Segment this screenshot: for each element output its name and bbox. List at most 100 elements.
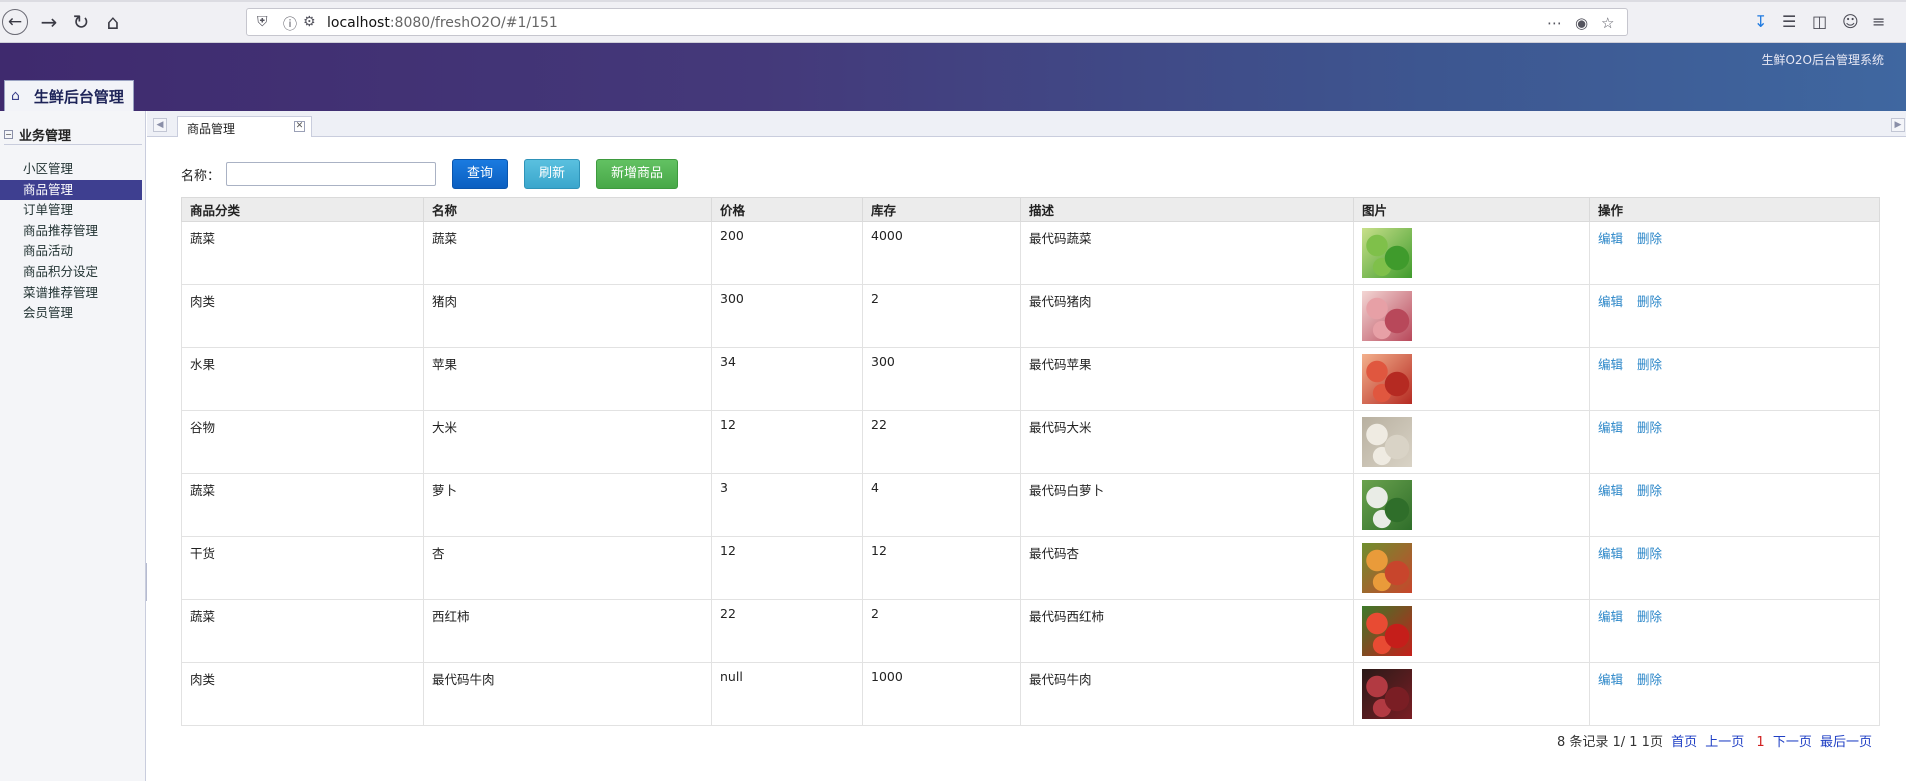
menu-icon[interactable]: ≡	[1872, 12, 1885, 31]
edit-link[interactable]: 编辑	[1598, 231, 1623, 246]
tabs-scroll-right-icon[interactable]: ▶	[1891, 118, 1905, 132]
sidebar-item[interactable]: 菜谱推荐管理	[0, 283, 142, 303]
cell-price: 22	[711, 599, 863, 663]
permissions-icon[interactable]: ⚙	[303, 14, 316, 30]
product-thumbnail-apples	[1362, 354, 1412, 404]
home-icon[interactable]: ⌂	[98, 8, 128, 36]
cell-category: 肉类	[181, 284, 424, 348]
prev-page-link[interactable]: 上一页	[1705, 735, 1744, 750]
delete-link[interactable]: 删除	[1637, 609, 1662, 624]
cell-desc: 最代码西红柿	[1020, 599, 1354, 663]
sidebar-item[interactable]: 商品积分设定	[0, 262, 142, 282]
cell-actions: 编辑 删除	[1589, 473, 1880, 537]
cell-stock: 1000	[862, 662, 1021, 726]
cell-category: 蔬菜	[181, 473, 424, 537]
next-page-link[interactable]: 下一页	[1773, 735, 1812, 750]
tab-product-management[interactable]: 商品管理 ✕	[177, 116, 312, 138]
table-row: 谷物 大米 12 22 最代码大米 编辑 删除	[181, 410, 1880, 474]
url-host: localhost	[327, 15, 390, 31]
delete-link[interactable]: 删除	[1637, 483, 1662, 498]
current-page: 1	[1756, 735, 1765, 750]
cell-desc: 最代码蔬菜	[1020, 221, 1354, 285]
delete-link[interactable]: 删除	[1637, 294, 1662, 309]
cell-stock: 2	[862, 284, 1021, 348]
address-bar[interactable]: ⛨ ⓘ ⚙ localhost:8080/freshO2O/#1/151 ⋯ ◉…	[246, 8, 1628, 36]
column-header: 库存	[862, 197, 1021, 222]
sidebar-item[interactable]: 商品推荐管理	[0, 221, 142, 241]
sidebar-group-business[interactable]: − 业务管理	[4, 125, 142, 145]
delete-link[interactable]: 删除	[1637, 672, 1662, 687]
collapse-icon[interactable]: −	[4, 130, 13, 139]
cell-name: 大米	[423, 410, 712, 474]
reload-icon[interactable]: ↻	[66, 8, 96, 36]
download-icon[interactable]: ↧	[1754, 12, 1767, 31]
sidebar-item[interactable]: 小区管理	[0, 159, 142, 179]
name-label: 名称：	[181, 168, 221, 184]
cell-name: 萝卜	[423, 473, 712, 537]
edit-link[interactable]: 编辑	[1598, 294, 1623, 309]
table-row: 水果 苹果 34 300 最代码苹果 编辑 删除	[181, 347, 1880, 411]
edit-link[interactable]: 编辑	[1598, 483, 1623, 498]
bookmark-star-icon[interactable]: ☆	[1601, 14, 1614, 32]
cell-name: 最代码牛肉	[423, 662, 712, 726]
sidebar-toggle-icon[interactable]: ◫	[1812, 12, 1827, 31]
cell-category: 蔬菜	[181, 599, 424, 663]
first-page-link[interactable]: 首页	[1671, 735, 1697, 750]
cell-price: 12	[711, 410, 863, 474]
back-icon[interactable]: ←	[2, 9, 28, 35]
delete-link[interactable]: 删除	[1637, 231, 1662, 246]
sidebar-item[interactable]: 订单管理	[0, 200, 142, 220]
brand-tab[interactable]: ⌂ 生鲜后台管理	[4, 80, 134, 111]
product-thumbnail-rice	[1362, 417, 1412, 467]
sidebar: − 业务管理 小区管理 商品管理 订单管理 商品推荐管理 商品活动 商品积分设定 菜谱推荐管…	[0, 111, 146, 781]
cell-desc: 最代码杏	[1020, 536, 1354, 600]
cell-actions: 编辑 删除	[1589, 599, 1880, 663]
edit-link[interactable]: 编辑	[1598, 546, 1623, 561]
sidebar-item[interactable]: 商品活动	[0, 241, 142, 261]
tab-label: 商品管理	[187, 122, 236, 136]
account-icon[interactable]: ☺	[1842, 12, 1859, 31]
product-thumbnail-beef	[1362, 669, 1412, 719]
content-tabs-bar: ◀ 商品管理 ✕ ▶	[147, 111, 1906, 138]
edit-link[interactable]: 编辑	[1598, 420, 1623, 435]
name-search-input[interactable]	[226, 162, 437, 186]
refresh-button[interactable]: 刷新	[524, 159, 581, 189]
cell-stock: 4000	[862, 221, 1021, 285]
cell-actions: 编辑 删除	[1589, 410, 1880, 474]
forward-icon[interactable]: →	[34, 8, 64, 36]
product-thumbnail-tomato	[1362, 606, 1412, 656]
tabs-scroll-left-icon[interactable]: ◀	[153, 118, 167, 132]
system-title: 生鲜O2O后台管理系统	[1761, 53, 1884, 67]
add-product-button[interactable]: 新增商品	[596, 159, 679, 189]
cell-actions: 编辑 删除	[1589, 536, 1880, 600]
column-header: 价格	[711, 197, 863, 222]
library-icon[interactable]: ☰	[1782, 12, 1796, 31]
more-icon[interactable]: ⋯	[1547, 14, 1562, 32]
delete-link[interactable]: 删除	[1637, 546, 1662, 561]
cell-category: 肉类	[181, 662, 424, 726]
cell-image	[1353, 347, 1590, 411]
pocket-icon[interactable]: ◉	[1575, 14, 1588, 32]
delete-link[interactable]: 删除	[1637, 420, 1662, 435]
cell-image	[1353, 662, 1590, 726]
delete-link[interactable]: 删除	[1637, 357, 1662, 372]
url-text: localhost:8080/freshO2O/#1/151	[327, 15, 558, 31]
cell-actions: 编辑 删除	[1589, 347, 1880, 411]
sidebar-item[interactable]: 商品管理	[0, 179, 142, 200]
query-button[interactable]: 查询	[452, 159, 509, 189]
product-thumbnail-radish	[1362, 480, 1412, 530]
edit-link[interactable]: 编辑	[1598, 357, 1623, 372]
cell-image	[1353, 284, 1590, 348]
browser-toolbar: ← → ↻ ⌂ ⛨ ⓘ ⚙ localhost:8080/freshO2O/#1…	[0, 0, 1906, 43]
shield-icon[interactable]: ⛨	[257, 14, 268, 30]
cell-name: 西红柿	[423, 599, 712, 663]
last-page-link[interactable]: 最后一页	[1820, 735, 1872, 750]
sidebar-item[interactable]: 会员管理	[0, 303, 142, 323]
edit-link[interactable]: 编辑	[1598, 609, 1623, 624]
info-icon[interactable]: ⓘ	[283, 14, 297, 34]
edit-link[interactable]: 编辑	[1598, 672, 1623, 687]
cell-price: 12	[711, 536, 863, 600]
pagination: 8 条记录 1/ 1 1页 首页 上一页 1 下一页 最后一页	[1557, 731, 1872, 750]
search-bar: 名称： 查询 刷新 新增商品	[181, 159, 679, 189]
close-icon[interactable]: ✕	[294, 121, 305, 132]
